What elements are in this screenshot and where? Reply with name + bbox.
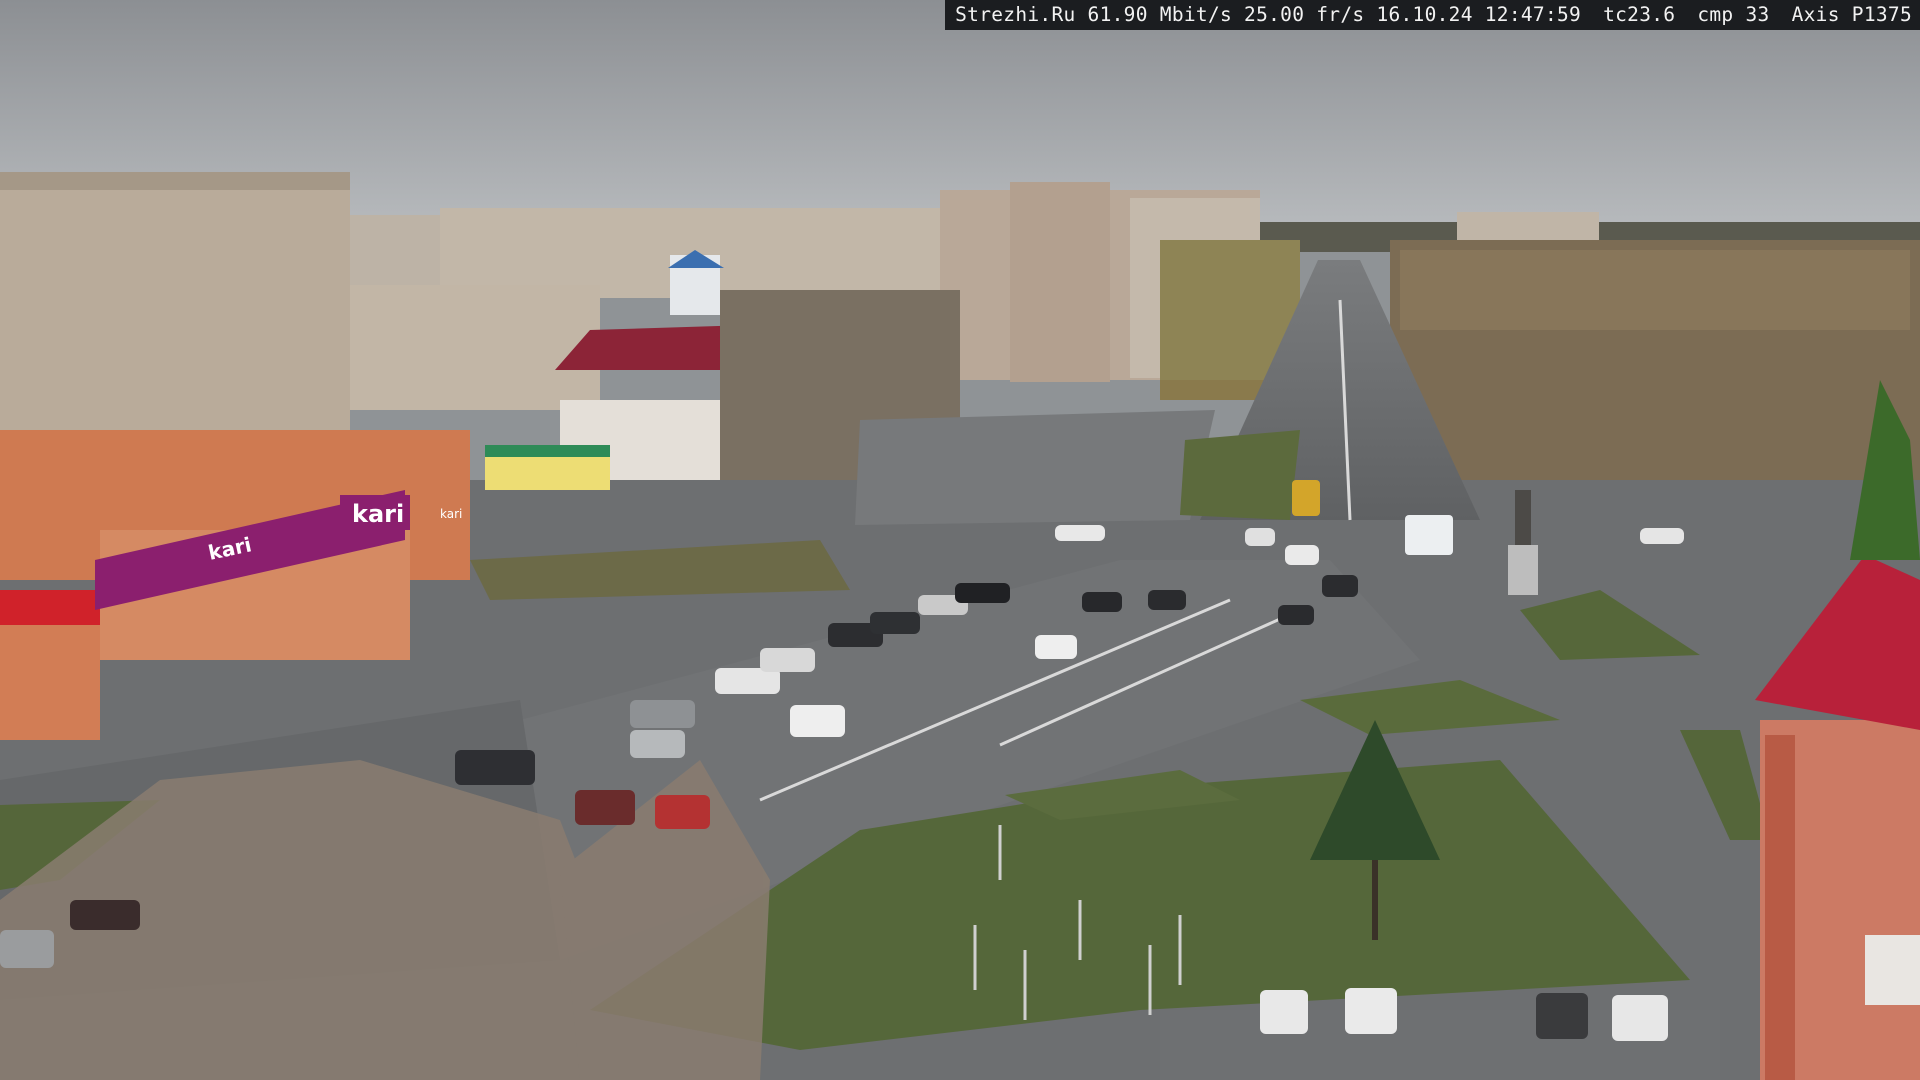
monument-pedestal (1508, 545, 1538, 595)
overlay-compression: cmp 33 (1697, 3, 1770, 26)
overlay-time: 12:47:59 (1484, 3, 1582, 26)
overlay-temperature: tc23.6 (1603, 3, 1676, 26)
panel-building-mid (350, 285, 600, 410)
camera-info-overlay: Strezhi.Ru 61.90 Mbit/s 25.00 fr/s 16.10.24… (945, 0, 1920, 30)
street-webcam-view (0, 0, 1920, 1080)
overlay-bitrate: 61.90 Mbit/s (1087, 3, 1233, 26)
overlay-site: Strezhi.Ru (955, 3, 1076, 26)
plaza (855, 410, 1215, 525)
monument (1515, 490, 1531, 545)
overlay-framerate: 25.00 fr/s (1244, 3, 1365, 26)
overlay-date: 16.10.24 (1376, 3, 1473, 26)
overlay-camera-model: Axis P1375 (1791, 3, 1912, 26)
